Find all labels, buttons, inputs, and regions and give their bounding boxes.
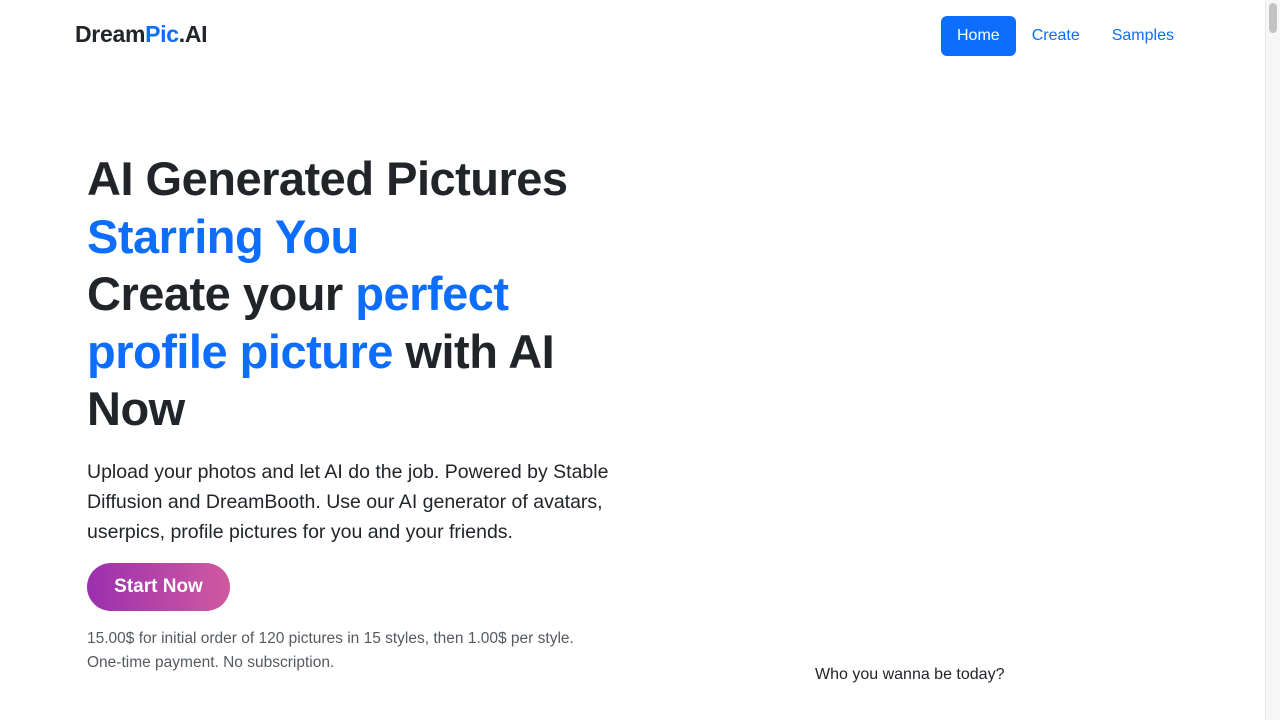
headline-line-3b: perfect bbox=[355, 267, 509, 320]
hero-section: AI Generated Pictures Starring You Creat… bbox=[87, 150, 627, 675]
brand-logo-part-pic: Pic bbox=[145, 21, 179, 47]
pricing-line-2: One-time payment. No subscription. bbox=[87, 653, 335, 671]
nav-create-link[interactable]: Create bbox=[1016, 16, 1096, 56]
pricing-line-1: 15.00$ for initial order of 120 pictures… bbox=[87, 629, 574, 647]
main-nav: Home Create Samples bbox=[941, 16, 1190, 56]
side-caption: Who you wanna be today? bbox=[815, 666, 1005, 683]
nav-home-link[interactable]: Home bbox=[941, 16, 1016, 56]
brand-logo-part-ai: .AI bbox=[178, 21, 208, 47]
headline-line-4a: profile picture bbox=[87, 324, 393, 378]
headline-line-4b: with AI bbox=[392, 324, 555, 378]
page: DreamPic.AI Home Create Samples AI Gener… bbox=[0, 0, 1280, 720]
headline-line-2: Starring You bbox=[87, 209, 359, 263]
hero-headline: AI Generated Pictures Starring You Creat… bbox=[87, 150, 627, 438]
headline-line-5: Now bbox=[87, 382, 185, 435]
headline-line-1: AI Generated Pictures bbox=[87, 152, 568, 205]
brand-logo-part-dream: Dream bbox=[75, 21, 146, 47]
hero-description: Upload your photos and let AI do the job… bbox=[87, 460, 609, 543]
brand-logo[interactable]: DreamPic.AI bbox=[75, 21, 208, 48]
headline-line-3a: Create your bbox=[87, 267, 356, 320]
nav-samples-link[interactable]: Samples bbox=[1096, 16, 1190, 56]
scrollbar-thumb[interactable] bbox=[1269, 3, 1277, 33]
pricing-note: 15.00$ for initial order of 120 pictures… bbox=[87, 627, 627, 675]
page-scrollbar[interactable] bbox=[1265, 0, 1280, 720]
start-now-button[interactable]: Start Now bbox=[87, 562, 230, 611]
